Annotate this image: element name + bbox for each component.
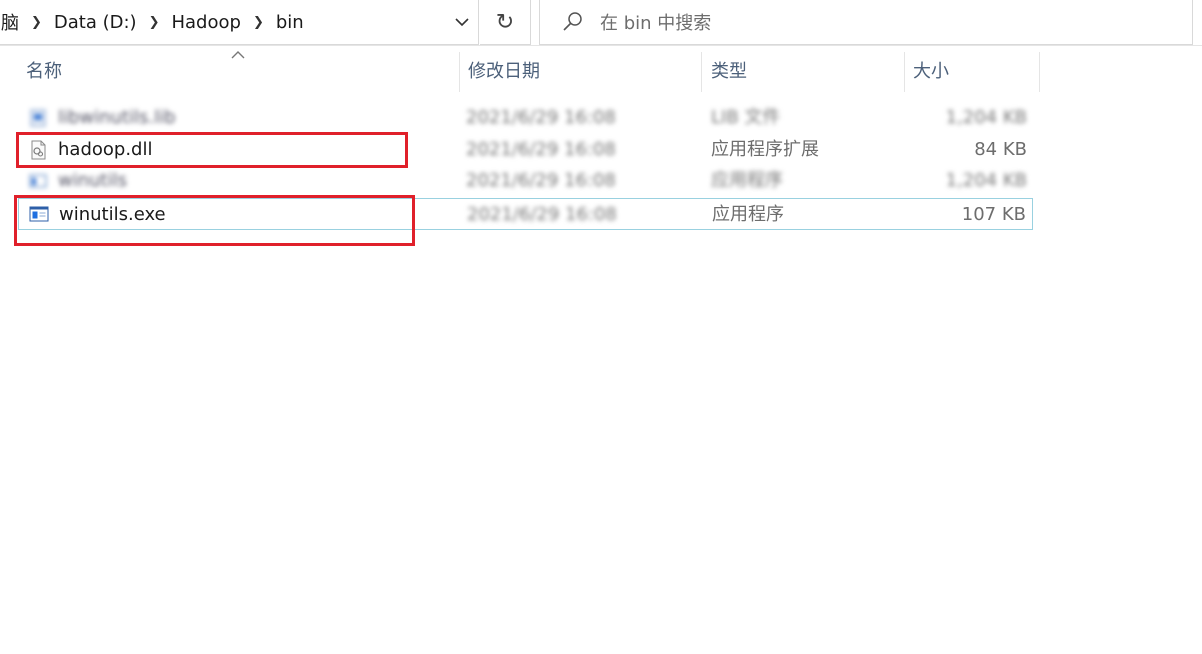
search-box[interactable]: 在 bin 中搜索 [539, 0, 1193, 45]
refresh-button[interactable]: ↻ [480, 0, 531, 45]
file-name: winutils [58, 170, 127, 191]
breadcrumb-chevron-icon[interactable]: ❯ [22, 15, 51, 30]
file-type: 应用程序 [711, 170, 783, 191]
search-input[interactable]: 在 bin 中搜索 [600, 9, 711, 35]
file-date: 2021/6/29 16:08 [466, 139, 616, 160]
file-size: 1,204 KB [945, 170, 1027, 191]
file-date: 2021/6/29 16:08 [467, 204, 617, 225]
file-type: LIB 文件 [711, 107, 781, 128]
file-date: 2021/6/29 16:08 [466, 170, 616, 191]
address-bar[interactable]: 脑 ❯ Data (D:) ❯ Hadoop ❯ bin [0, 0, 479, 45]
exe-file-icon [29, 206, 49, 222]
file-row[interactable]: libwinutils.lib 2021/6/29 16:08 LIB 文件 1… [18, 102, 1033, 134]
file-size: 84 KB [974, 139, 1027, 160]
file-size: 1,204 KB [945, 107, 1027, 128]
column-header-type[interactable]: 类型 [705, 52, 905, 92]
chevron-down-icon [455, 18, 469, 27]
breadcrumb-bin[interactable]: bin [273, 12, 307, 33]
breadcrumb-chevron-icon[interactable]: ❯ [140, 15, 169, 30]
file-row-winutils-exe[interactable]: winutils.exe 2021/6/29 16:08 应用程序 107 KB [18, 198, 1033, 230]
column-header-date[interactable]: 修改日期 [462, 52, 702, 92]
breadcrumb-hadoop[interactable]: Hadoop [168, 12, 243, 33]
toolbar: 脑 ❯ Data (D:) ❯ Hadoop ❯ bin ↻ 在 bin 中搜索 [0, 0, 1202, 46]
breadcrumb-drive[interactable]: Data (D:) [51, 12, 140, 33]
dll-file-icon [31, 140, 46, 160]
file-row[interactable]: winutils 2021/6/29 16:08 应用程序 1,204 KB [18, 165, 1033, 197]
file-type: 应用程序 [712, 204, 784, 225]
breadcrumb-chevron-icon[interactable]: ❯ [244, 15, 273, 30]
file-row-hadoop-dll[interactable]: hadoop.dll 2021/6/29 16:08 应用程序扩展 84 KB [18, 134, 1033, 166]
address-history-dropdown[interactable] [452, 12, 472, 32]
column-header-size[interactable]: 大小 [907, 52, 1040, 92]
file-type: 应用程序扩展 [711, 139, 819, 160]
refresh-icon: ↻ [495, 9, 515, 35]
generic-file-icon [30, 109, 46, 127]
exe-file-icon [29, 174, 47, 188]
file-name: winutils.exe [59, 204, 166, 225]
file-name: libwinutils.lib [58, 107, 176, 128]
file-date: 2021/6/29 16:08 [466, 107, 616, 128]
file-size: 107 KB [961, 204, 1026, 225]
search-icon [563, 12, 582, 31]
column-header-name[interactable]: 名称 [20, 52, 460, 92]
column-headers: 名称 修改日期 类型 大小 [0, 52, 1040, 92]
file-name: hadoop.dll [58, 139, 153, 160]
breadcrumb-this-pc[interactable]: 脑 [0, 9, 22, 35]
